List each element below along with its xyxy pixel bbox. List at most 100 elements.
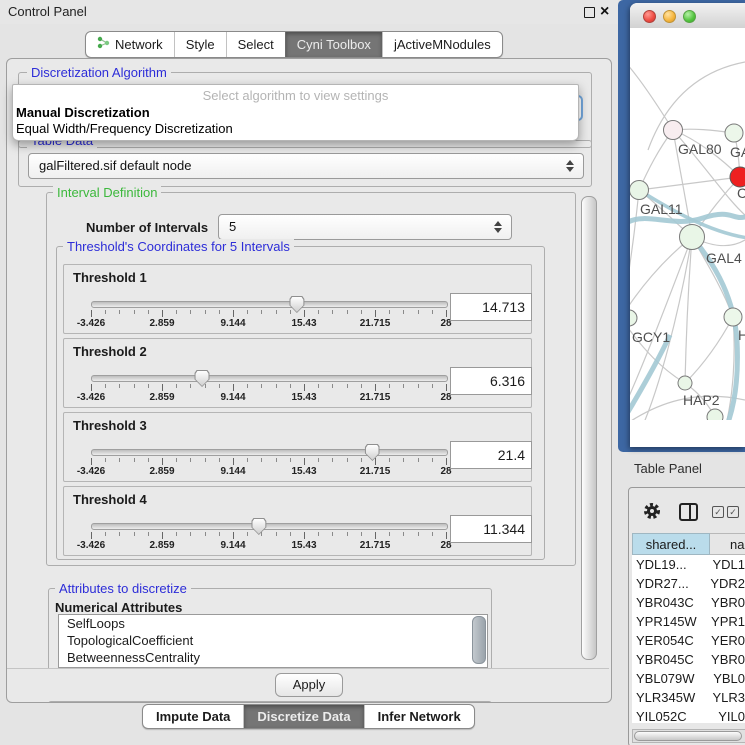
tick-mark xyxy=(134,458,135,462)
table-row[interactable]: YER054CYER0 xyxy=(632,631,745,650)
threshold-value-field[interactable]: 6.316 xyxy=(450,367,532,395)
tick-mark xyxy=(205,310,206,314)
node-gal11[interactable] xyxy=(630,181,649,200)
tab-discretize-data[interactable]: Discretize Data xyxy=(243,705,363,728)
cell-shared-name[interactable]: YDL19... xyxy=(632,555,704,574)
network-window-titlebar[interactable] xyxy=(630,3,745,29)
threshold-slider[interactable] xyxy=(91,375,448,382)
threshold-value-field[interactable]: 21.4 xyxy=(450,441,532,469)
cell-name[interactable]: YDL1 xyxy=(704,555,745,574)
threshold-panel: Threshold 4 -3.4262.8599.14415.4321.7152… xyxy=(63,486,532,556)
tick-mark xyxy=(318,384,319,388)
cell-name[interactable]: YLR3 xyxy=(704,688,745,707)
table-row[interactable]: YBL079WYBL0 xyxy=(632,669,745,688)
tick-label: 15.43 xyxy=(291,392,316,403)
tick-label: 9.144 xyxy=(220,392,245,403)
cell-shared-name[interactable]: YLR345W xyxy=(632,688,704,707)
gear-icon[interactable] xyxy=(643,502,661,520)
threshold-label: Threshold 3 xyxy=(73,418,147,433)
node-gcy1[interactable] xyxy=(630,310,637,326)
table-data-combobox[interactable]: galFiltered.sif default node xyxy=(28,153,584,179)
tick-mark xyxy=(276,310,277,314)
column-header-shared-name[interactable]: shared... xyxy=(632,533,710,555)
table-row[interactable]: YLR345WYLR3 xyxy=(632,688,745,707)
attribute-list-item[interactable]: TopologicalCoefficient xyxy=(59,632,487,649)
attribute-list-item[interactable]: BetweennessCentrality xyxy=(59,649,487,666)
zoom-traffic-light-icon[interactable] xyxy=(683,10,696,23)
tick-mark xyxy=(418,384,419,388)
table-horizontal-scrollbar[interactable] xyxy=(632,729,745,743)
cell-name[interactable]: YDR2 xyxy=(702,574,745,593)
apply-button[interactable]: Apply xyxy=(275,673,343,697)
node-gal80[interactable] xyxy=(664,121,683,140)
tick-mark xyxy=(219,384,220,388)
tab-impute-data[interactable]: Impute Data xyxy=(143,705,243,728)
tab-select[interactable]: Select xyxy=(226,32,285,57)
node-red-selected[interactable] xyxy=(730,167,745,187)
number-of-intervals-combobox[interactable]: 5 xyxy=(218,214,512,240)
tick-mark xyxy=(332,310,333,314)
cell-name[interactable]: YBR0 xyxy=(703,593,745,612)
node-gal4[interactable] xyxy=(680,225,705,250)
cell-name[interactable]: YER0 xyxy=(703,631,745,650)
threshold-slider[interactable] xyxy=(91,301,448,308)
tick-mark xyxy=(332,384,333,388)
threshold-value-field[interactable]: 14.713 xyxy=(450,293,532,321)
tick-mark xyxy=(375,458,376,465)
svg-text:GCY1: GCY1 xyxy=(632,329,670,345)
column-checkbox-icon[interactable]: ✓ xyxy=(727,506,739,518)
threshold-value-field[interactable]: 11.344 xyxy=(450,515,532,543)
table-row[interactable]: YBR045CYBR0 xyxy=(632,650,745,669)
minimize-traffic-light-icon[interactable] xyxy=(663,10,676,23)
cell-shared-name[interactable]: YBL079W xyxy=(632,669,705,688)
cell-name[interactable]: YBR0 xyxy=(703,650,745,669)
table-row[interactable]: YBR043CYBR0 xyxy=(632,593,745,612)
tick-mark xyxy=(332,458,333,462)
cell-shared-name[interactable]: YBR045C xyxy=(632,650,703,669)
close-traffic-light-icon[interactable] xyxy=(643,10,656,23)
network-canvas[interactable]: GAL80 GAL C GAL11 GAL4 GCY1 H HAP2 xyxy=(630,28,745,420)
cell-shared-name[interactable]: YIL052C xyxy=(632,707,710,723)
tab-style[interactable]: Style xyxy=(174,32,226,57)
table-row[interactable]: YPR145WYPR1 xyxy=(632,612,745,631)
cell-name[interactable]: YPR1 xyxy=(703,612,745,631)
tick-mark xyxy=(304,310,305,317)
network-node-labels: GAL80 GAL C GAL11 GAL4 GCY1 H HAP2 xyxy=(632,141,745,408)
tick-label: 21.715 xyxy=(360,318,391,329)
tab-jactivemnodules[interactable]: jActiveMNodules xyxy=(382,32,502,57)
popup-option-equal-width[interactable]: Equal Width/Frequency Discretization xyxy=(16,121,233,136)
threshold-slider[interactable] xyxy=(91,523,448,530)
node-top-right[interactable] xyxy=(725,124,743,142)
table-row[interactable]: YIL052CYIL0 xyxy=(632,707,745,723)
attribute-list-item[interactable]: SelfLoops xyxy=(59,615,487,632)
main-scrollbar-thumb[interactable] xyxy=(581,196,597,660)
column-header-name[interactable]: na xyxy=(710,533,745,555)
node-hap2[interactable] xyxy=(678,376,692,390)
window-float-icon[interactable] xyxy=(584,7,595,18)
popup-option-manual-discretization[interactable]: Manual Discretization xyxy=(16,105,150,120)
tab-cyni-toolbox[interactable]: Cyni Toolbox xyxy=(285,32,382,57)
tab-label: Infer Network xyxy=(378,709,461,724)
cell-name[interactable]: YBL0 xyxy=(705,669,745,688)
scrollbar-thumb[interactable] xyxy=(634,731,742,741)
tick-mark xyxy=(403,458,404,462)
column-checkbox-icon[interactable]: ✓ xyxy=(712,506,724,518)
table-body[interactable]: YDL19...YDL1YDR27...YDR2YBR043CYBR0YPR14… xyxy=(632,555,745,723)
table-row[interactable]: YDR27...YDR2 xyxy=(632,574,745,593)
cell-shared-name[interactable]: YPR145W xyxy=(632,612,703,631)
tick-label: 9.144 xyxy=(220,540,245,551)
cell-shared-name[interactable]: YER054C xyxy=(632,631,703,650)
node-bottom[interactable] xyxy=(707,409,723,420)
window-close-icon[interactable]: × xyxy=(600,1,609,23)
threshold-slider[interactable] xyxy=(91,449,448,456)
cell-name[interactable]: YIL0 xyxy=(710,707,745,723)
table-row[interactable]: YDL19...YDL1 xyxy=(632,555,745,574)
numerical-attributes-list[interactable]: SelfLoopsTopologicalCoefficientBetweenne… xyxy=(58,614,488,668)
node-h[interactable] xyxy=(724,308,742,326)
cell-shared-name[interactable]: YBR043C xyxy=(632,593,703,612)
combo-spinner-icon xyxy=(564,154,574,178)
tab-network[interactable]: Network xyxy=(86,32,174,57)
split-table-icon[interactable] xyxy=(679,503,698,521)
cell-shared-name[interactable]: YDR27... xyxy=(632,574,702,593)
tab-infer-network[interactable]: Infer Network xyxy=(364,705,474,728)
